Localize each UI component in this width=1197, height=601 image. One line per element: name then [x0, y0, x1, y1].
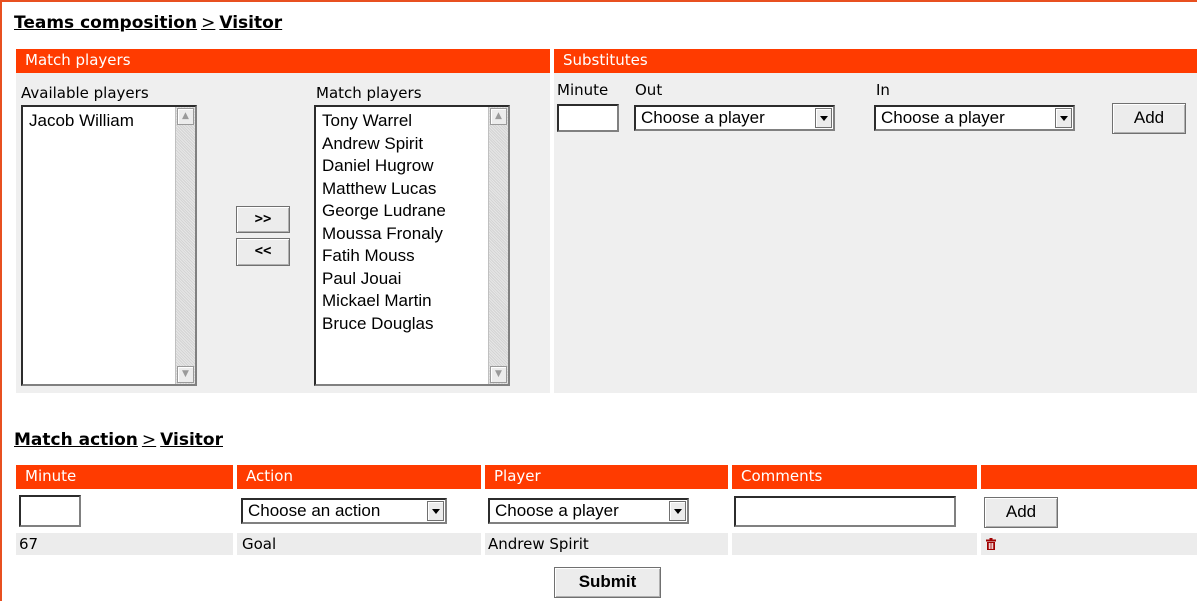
row-minute: 67 [19, 535, 39, 553]
scroll-up-icon[interactable]: ▲ [177, 108, 194, 125]
chevron-down-icon[interactable] [815, 108, 832, 128]
teams-composition-title: Teams composition > Visitor [14, 13, 282, 33]
column-header-actions [981, 465, 1197, 489]
match-scrollbar[interactable]: ▲ ▼ [488, 107, 508, 384]
comments-input[interactable] [734, 496, 956, 527]
match-players-label: Match players [316, 84, 422, 102]
row-action: Goal [242, 535, 277, 553]
player-option[interactable]: Daniel Hugrow [322, 155, 446, 178]
available-players-label: Available players [21, 84, 149, 102]
player-option[interactable]: Moussa Fronaly [322, 223, 446, 246]
player-option[interactable]: Paul Jouai [322, 268, 446, 291]
scroll-down-icon[interactable]: ▼ [177, 366, 194, 383]
player-select-value: Choose a player [495, 501, 619, 520]
column-header-minute: Minute [16, 465, 233, 489]
action-minute-input[interactable] [19, 495, 81, 527]
move-to-available-button[interactable]: << [236, 238, 290, 266]
title-separator: > [201, 13, 216, 33]
player-option[interactable]: Mickael Martin [322, 290, 446, 313]
available-scrollbar[interactable]: ▲ ▼ [175, 107, 195, 384]
chevron-down-icon[interactable] [427, 501, 444, 521]
chevron-down-icon[interactable] [1055, 108, 1072, 128]
row-player: Andrew Spirit [488, 535, 589, 553]
match-players-header: Match players [16, 49, 550, 73]
title-main: Teams composition [14, 13, 198, 33]
action-select-value: Choose an action [248, 501, 381, 520]
title-separator: > [141, 430, 157, 450]
available-players-items: Jacob William [29, 110, 134, 133]
title-main: Match action [14, 430, 138, 450]
row-cell-bg-minute [16, 533, 233, 555]
available-players-listbox[interactable]: Jacob William ▲ ▼ [21, 105, 197, 386]
add-action-button[interactable]: Add [984, 497, 1058, 528]
out-label: Out [635, 81, 663, 99]
player-option[interactable]: Jacob William [29, 110, 134, 133]
minute-label: Minute [557, 81, 609, 99]
action-player-select[interactable]: Choose a player [488, 498, 689, 524]
substitutes-header: Substitutes [554, 49, 1197, 73]
title-team: Visitor [219, 13, 283, 33]
column-header-player: Player [485, 465, 728, 489]
player-option[interactable]: Fatih Mouss [322, 245, 446, 268]
player-option[interactable]: Matthew Lucas [322, 178, 446, 201]
substitute-out-select[interactable]: Choose a player [634, 105, 835, 131]
column-header-action: Action [237, 465, 481, 489]
row-cell-bg-delete [981, 533, 1197, 555]
row-cell-bg-comments [732, 533, 977, 555]
player-option[interactable]: Tony Warrel [322, 110, 446, 133]
submit-button[interactable]: Submit [554, 567, 661, 598]
add-substitute-button[interactable]: Add [1112, 103, 1186, 134]
scroll-down-icon[interactable]: ▼ [490, 366, 507, 383]
move-to-match-button[interactable]: >> [236, 206, 290, 233]
substitute-in-select[interactable]: Choose a player [874, 105, 1075, 131]
scroll-up-icon[interactable]: ▲ [490, 108, 507, 125]
in-label: In [876, 81, 890, 99]
match-players-items: Tony Warrel Andrew Spirit Daniel Hugrow Mat… [322, 110, 446, 335]
out-select-value: Choose a player [641, 108, 765, 127]
title-team: Visitor [160, 430, 223, 450]
substitute-minute-input[interactable] [557, 104, 619, 132]
player-option[interactable]: Bruce Douglas [322, 313, 446, 336]
match-players-listbox[interactable]: Tony Warrel Andrew Spirit Daniel Hugrow Mat… [314, 105, 510, 386]
match-action-title: Match action > Visitor [14, 430, 223, 450]
column-header-comments: Comments [732, 465, 977, 489]
trash-icon[interactable] [986, 538, 996, 550]
in-select-value: Choose a player [881, 108, 1005, 127]
player-option[interactable]: George Ludrane [322, 200, 446, 223]
chevron-down-icon[interactable] [669, 501, 686, 521]
action-type-select[interactable]: Choose an action [241, 498, 447, 524]
player-option[interactable]: Andrew Spirit [322, 133, 446, 156]
